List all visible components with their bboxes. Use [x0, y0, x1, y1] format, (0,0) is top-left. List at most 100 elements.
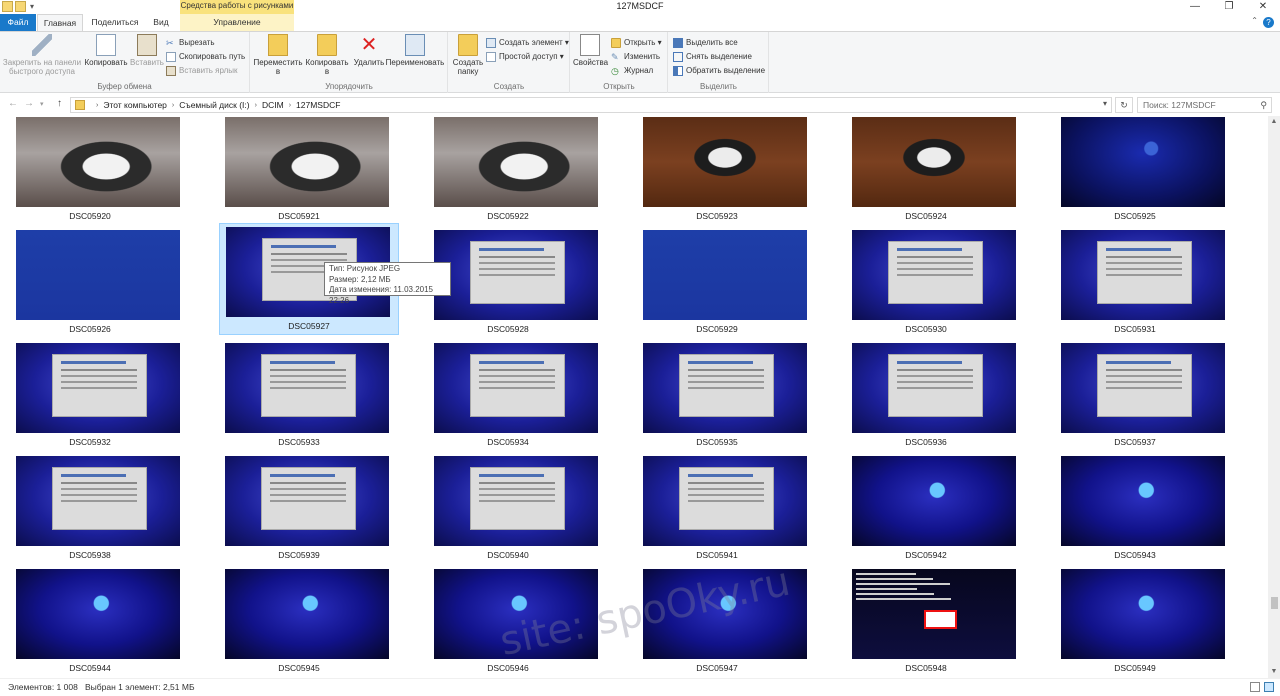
- file-item[interactable]: DSC05945: [209, 568, 389, 678]
- file-name: DSC05938: [69, 550, 111, 560]
- address-bar[interactable]: › Этот компьютер › Съемный диск (I:) › D…: [70, 97, 1112, 113]
- copy-button[interactable]: Копировать: [84, 34, 128, 67]
- cut-label: Вырезать: [179, 38, 215, 47]
- qat-properties-icon[interactable]: [2, 1, 13, 12]
- scroll-down-icon[interactable]: ▼: [1268, 666, 1280, 678]
- file-item[interactable]: DSC05936: [836, 342, 1016, 452]
- close-button[interactable]: ✕: [1246, 0, 1280, 14]
- window-controls: — ❐ ✕: [1178, 0, 1280, 14]
- search-input[interactable]: Поиск: 127MSDCF ⚲: [1137, 97, 1272, 113]
- help-icon[interactable]: ?: [1263, 17, 1274, 28]
- ribbon: Закрепить на панели быстрого доступа Коп…: [0, 31, 1280, 93]
- file-item[interactable]: DSC05942: [836, 455, 1016, 565]
- file-item[interactable]: DSC05939: [209, 455, 389, 565]
- qat-new-folder-icon[interactable]: [15, 1, 26, 12]
- open-button[interactable]: Открыть ▾: [611, 36, 662, 50]
- file-thumbnail: [434, 117, 598, 207]
- file-item[interactable]: DSC05937: [1045, 342, 1225, 452]
- file-item[interactable]: DSC05949: [1045, 568, 1225, 678]
- file-thumbnail: [434, 230, 598, 320]
- file-item[interactable]: DSC05924: [836, 116, 1016, 226]
- delete-button[interactable]: ✕ Удалить: [351, 34, 387, 67]
- select-all-button[interactable]: Выделить все: [673, 36, 738, 50]
- address-dropdown-chevron-icon[interactable]: ▾: [1103, 99, 1107, 108]
- tab-manage[interactable]: Управление: [180, 14, 294, 31]
- details-view-icon[interactable]: [1250, 682, 1260, 692]
- paste-shortcut-button[interactable]: Вставить ярлык: [166, 64, 238, 78]
- maximize-button[interactable]: ❐: [1212, 0, 1246, 14]
- breadcrumb-removable-disk[interactable]: Съемный диск (I:): [179, 100, 249, 110]
- delete-label: Удалить: [353, 58, 385, 67]
- file-item[interactable]: DSC05932: [0, 342, 180, 452]
- new-folder-button[interactable]: Создать папку: [451, 34, 485, 76]
- dialog-shape: [679, 466, 775, 530]
- file-item[interactable]: DSC05930: [836, 229, 1016, 339]
- qat-customize-chevron-icon[interactable]: ▾: [28, 1, 36, 12]
- refresh-icon[interactable]: ↻: [1115, 97, 1133, 113]
- file-name: DSC05936: [905, 437, 947, 447]
- group-create: Создать папку Создать элемент ▾ Простой …: [449, 32, 570, 93]
- forward-arrow-icon[interactable]: →: [24, 98, 34, 109]
- large-icons-view-icon[interactable]: [1264, 682, 1274, 692]
- invert-selection-button[interactable]: Обратить выделение: [673, 64, 765, 78]
- edit-button[interactable]: ✎ Изменить: [611, 50, 660, 64]
- breadcrumb-127msdcf[interactable]: 127MSDCF: [296, 100, 340, 110]
- paste-button[interactable]: Вставить: [130, 34, 164, 67]
- copy-to-button[interactable]: Копировать в: [303, 34, 351, 76]
- copy-path-button[interactable]: Скопировать путь: [166, 50, 245, 64]
- file-item[interactable]: DSC05940: [418, 455, 598, 565]
- properties-button[interactable]: Свойства: [573, 34, 608, 67]
- select-none-button[interactable]: Снять выделение: [673, 50, 752, 64]
- history-button[interactable]: ◷ Журнал: [611, 64, 653, 78]
- file-thumbnail: [643, 456, 807, 546]
- file-item[interactable]: DSC05931: [1045, 229, 1225, 339]
- cut-button[interactable]: ✂ Вырезать: [166, 36, 215, 50]
- breadcrumb-this-pc[interactable]: Этот компьютер: [103, 100, 167, 110]
- file-item[interactable]: DSC05922: [418, 116, 598, 226]
- file-item[interactable]: DSC05935: [627, 342, 807, 452]
- pin-quick-access-button[interactable]: Закрепить на панели быстрого доступа: [2, 34, 82, 76]
- file-item[interactable]: DSC05943: [1045, 455, 1225, 565]
- move-to-label: Переместить в: [253, 58, 303, 76]
- easy-access-button[interactable]: Простой доступ ▾: [486, 50, 564, 64]
- up-arrow-icon[interactable]: ↑: [57, 98, 62, 109]
- move-to-icon: [268, 34, 288, 56]
- file-item[interactable]: DSC05921: [209, 116, 389, 226]
- pin-icon: [32, 34, 52, 56]
- new-item-button[interactable]: Создать элемент ▾: [486, 36, 569, 50]
- file-item[interactable]: DSC05923: [627, 116, 807, 226]
- move-to-button[interactable]: Переместить в: [253, 34, 303, 76]
- text-line-shape: [856, 593, 934, 595]
- file-item[interactable]: DSC05948: [836, 568, 1016, 678]
- file-name: DSC05947: [696, 663, 738, 673]
- file-item[interactable]: DSC05941: [627, 455, 807, 565]
- file-item[interactable]: DSC05926: [0, 229, 180, 339]
- navigation-bar: ← → ▾ ↑ › Этот компьютер › Съемный диск …: [0, 94, 1280, 116]
- file-item[interactable]: DSC05933: [209, 342, 389, 452]
- file-item[interactable]: DSC05938: [0, 455, 180, 565]
- back-arrow-icon[interactable]: ←: [8, 98, 18, 109]
- group-organize-label: Упорядочить: [325, 82, 373, 91]
- file-item[interactable]: DSC05944: [0, 568, 180, 678]
- vertical-scrollbar[interactable]: ▲ ▼: [1268, 116, 1280, 678]
- rename-button[interactable]: Переименовать: [385, 34, 445, 67]
- file-name: DSC05930: [905, 324, 947, 334]
- file-item[interactable]: DSC05920: [0, 116, 180, 226]
- group-select: Выделить все Снять выделение Обратить вы…: [669, 32, 769, 93]
- scrollbar-thumb[interactable]: [1271, 597, 1278, 609]
- collapse-ribbon-icon[interactable]: ⌃: [1251, 16, 1258, 25]
- tab-share[interactable]: Поделиться: [86, 14, 144, 31]
- file-item[interactable]: DSC05929: [627, 229, 807, 339]
- tab-home[interactable]: Главная: [37, 14, 83, 31]
- breadcrumb-chevron-icon: ›: [96, 101, 99, 109]
- file-item[interactable]: DSC05934: [418, 342, 598, 452]
- breadcrumb-dcim[interactable]: DCIM: [262, 100, 284, 110]
- file-thumbnail: [643, 230, 807, 320]
- dialog-shape: [1097, 240, 1193, 304]
- tab-file[interactable]: Файл: [0, 14, 36, 31]
- tab-view[interactable]: Вид: [146, 14, 176, 31]
- recent-locations-chevron-icon[interactable]: ▾: [40, 100, 44, 108]
- scroll-up-icon[interactable]: ▲: [1268, 116, 1280, 128]
- minimize-button[interactable]: —: [1178, 0, 1212, 14]
- file-item[interactable]: DSC05925: [1045, 116, 1225, 226]
